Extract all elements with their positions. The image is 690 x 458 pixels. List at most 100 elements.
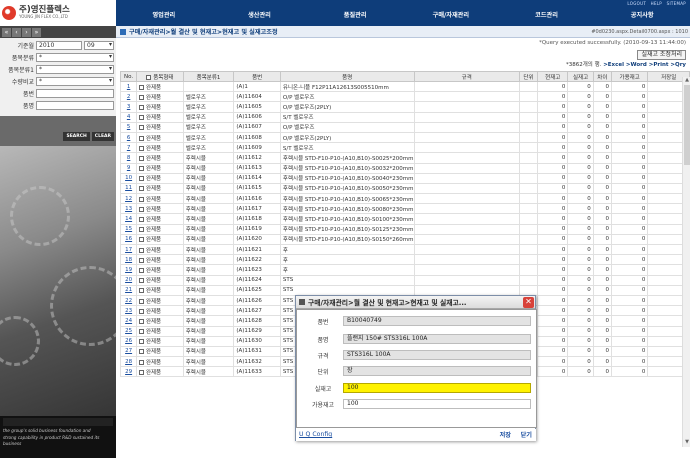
table-cell[interactable]: 4 [119,111,138,123]
column-header[interactable]: 품번 [233,71,281,82]
column-header[interactable]: 실재고 [567,71,594,82]
row-checkbox[interactable] [139,115,145,121]
table-row[interactable]: 5 완제품 벨로우즈 (A)11607 O/P 벨로우즈 0 0 0 0 [119,121,690,133]
table-cell[interactable]: 6 [119,131,138,144]
row-checkbox[interactable] [139,135,145,141]
row-checkbox[interactable] [139,186,145,192]
table-row[interactable]: 11 완제품 후렉시블 (A)11615 후렉시블 STD-F10-P10-(A10,… [119,182,690,195]
row-checkbox[interactable] [139,206,145,212]
config-link[interactable]: U Q Config [299,431,332,438]
table-cell[interactable]: 27 [119,345,138,358]
first-page-icon[interactable]: « [2,27,11,37]
export-links[interactable]: >Excel >Word >Print >Qry [603,62,686,68]
row-checkbox[interactable] [139,145,145,151]
table-cell[interactable]: 19 [119,264,138,276]
row-checkbox[interactable] [139,288,145,294]
class-select[interactable]: * [36,53,114,62]
dialog-titlebar[interactable]: 구매/자재관리>월 결산 및 현재고>현재고 및 실재고... ✕ [296,296,535,309]
last-page-icon[interactable]: » [32,27,41,37]
table-cell[interactable]: 7 [119,142,138,154]
row-checkbox[interactable] [139,247,145,253]
sitemap-link[interactable]: SITEMAP [667,1,686,6]
scroll-down-icon[interactable]: ▼ [683,439,690,447]
qty-compare-select[interactable]: * [36,77,114,86]
table-cell[interactable]: 28 [119,356,138,368]
table-cell[interactable]: 3 [119,101,138,113]
table-cell[interactable]: 9 [119,162,138,174]
menu-quality[interactable]: 품질관리 [307,10,403,19]
table-row[interactable]: 6 완제품 벨로우즈 (A)11608 O/P 벨로우즈(2PLY) 0 0 0 0 [119,131,690,144]
help-link[interactable]: HELP [651,1,662,6]
table-cell[interactable]: 20 [119,274,138,286]
row-checkbox[interactable] [139,349,145,355]
row-checkbox[interactable] [139,369,145,375]
month-select[interactable]: 09 [84,41,114,50]
menu-sales[interactable]: 영업관리 [116,10,212,19]
table-row[interactable]: 3 완제품 벨로우즈 (A)11605 O/P 벨로우즈(2PLY) 0 0 0 0 [119,101,690,113]
table-cell[interactable]: 8 [119,152,138,164]
column-header[interactable]: 규격 [413,71,520,82]
row-checkbox[interactable] [139,359,145,365]
column-header[interactable]: 단위 [518,71,539,82]
name-input[interactable] [36,101,114,110]
actual-stock-input[interactable]: 100 [343,383,531,393]
table-row[interactable]: 19 완제품 후렉시블 (A)11623 후 0 0 0 0 [119,264,690,276]
table-cell[interactable]: 22 [119,294,138,307]
save-button[interactable]: 저장 [500,430,511,439]
table-row[interactable]: 4 완제품 벨로우즈 (A)11606 S/T 벨로우즈 0 0 0 0 [119,111,690,123]
scroll-thumb[interactable] [684,85,690,165]
menu-production[interactable]: 생산관리 [212,10,308,19]
row-checkbox[interactable] [139,94,145,100]
column-header[interactable]: 가용재고 [610,71,649,82]
table-cell[interactable]: 16 [119,233,138,246]
row-checkbox[interactable] [139,308,145,314]
available-stock-input[interactable]: 100 [343,399,531,409]
table-row[interactable]: 20 완제품 후렉시블 (A)11624 STS 0 0 0 0 [119,274,690,286]
menu-notice[interactable]: 공지사항 [594,10,690,19]
table-cell[interactable]: 26 [119,335,138,347]
row-checkbox[interactable] [139,125,145,131]
table-cell[interactable]: 13 [119,203,138,215]
table-row[interactable]: 15 완제품 후렉시블 (A)11619 후렉시블 STD-F10-P10-(A10,… [119,223,690,235]
table-cell[interactable]: 10 [119,172,138,184]
row-checkbox[interactable] [139,196,145,202]
table-cell[interactable]: 18 [119,254,138,266]
row-checkbox[interactable] [139,84,145,90]
table-row[interactable]: 2 완제품 벨로우즈 (A)11604 O/P 벨로우즈 0 0 0 0 [119,91,690,103]
search-button[interactable]: SEARCH [63,132,90,141]
row-checkbox[interactable] [139,166,145,172]
row-checkbox[interactable] [139,237,145,243]
year-input[interactable]: 2010 [36,41,82,50]
menu-purchase[interactable]: 구매/자재관리 [403,10,499,19]
table-cell[interactable]: 14 [119,213,138,225]
clear-button[interactable]: CLEAR [91,132,114,141]
adjust-stock-button[interactable]: 실재고 조정처리 [637,50,686,60]
row-checkbox[interactable] [139,217,145,223]
logout-link[interactable]: LOGOUT [627,1,646,6]
row-checkbox[interactable] [139,318,145,324]
column-header[interactable]: 품목분류1 [182,71,235,82]
close-icon[interactable]: ✕ [523,296,534,308]
scroll-up-icon[interactable]: ▲ [683,77,690,85]
table-cell[interactable]: 12 [119,193,138,205]
table-row[interactable]: 18 완제품 후렉시블 (A)11622 후 0 0 0 0 [119,254,690,266]
row-checkbox[interactable] [139,298,145,304]
column-header[interactable]: 차이 [592,71,612,82]
table-row[interactable]: 9 완제품 후렉시블 (A)11613 후렉시블 STD-F10-P10-(A10,B… [119,162,690,174]
table-cell[interactable]: 24 [119,315,138,327]
row-checkbox[interactable] [139,257,145,263]
column-header[interactable]: No. [119,71,138,82]
table-cell[interactable]: 21 [119,284,138,296]
table-row[interactable]: 10 완제품 후렉시블 (A)11614 후렉시블 STD-F10-P10-(A10,… [119,172,690,184]
table-cell[interactable]: 29 [119,366,138,378]
table-row[interactable]: 12 완제품 후렉시블 (A)11616 후렉시블 STD-F10-P10-(A10,… [119,193,690,205]
class2-select[interactable]: * [36,65,114,74]
menu-code[interactable]: 코드관리 [499,10,595,19]
row-checkbox[interactable] [139,176,145,182]
table-cell[interactable]: 17 [119,243,138,256]
table-row[interactable]: 16 완제품 후렉시블 (A)11620 후렉시블 STD-F10-P10-(A10,… [119,233,690,246]
table-row[interactable]: 7 완제품 벨로우즈 (A)11609 S/T 벨로우즈 0 0 0 0 [119,142,690,154]
select-all-checkbox[interactable] [146,74,152,80]
table-cell[interactable]: 15 [119,223,138,235]
row-checkbox[interactable] [139,339,145,345]
